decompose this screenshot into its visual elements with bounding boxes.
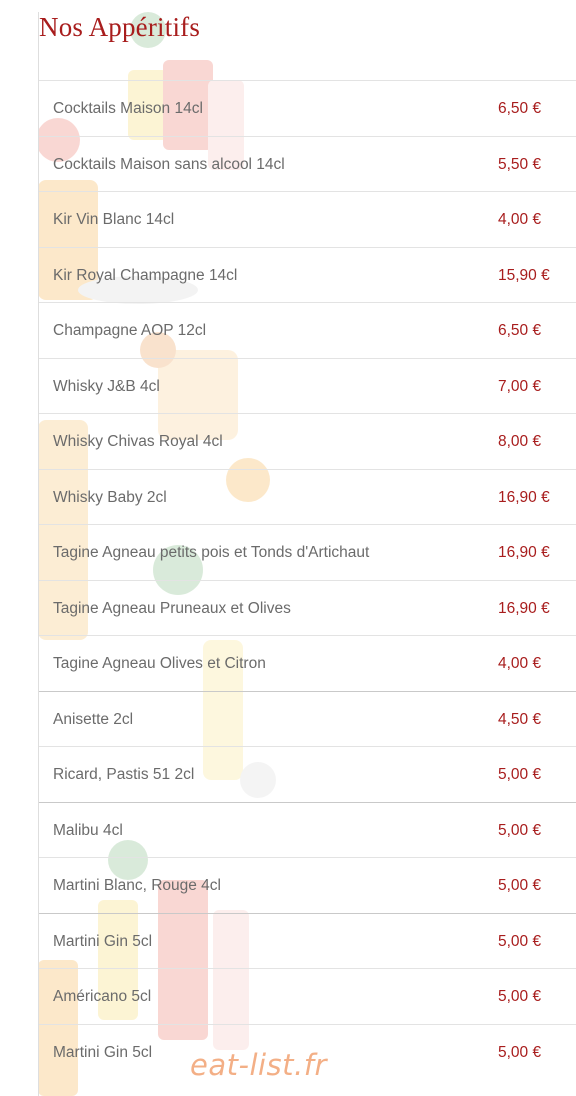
menu-item-row: Whisky Baby 2cl 16,90 €: [39, 468, 576, 525]
menu-item-row: Malibu 4cl 5,00 €: [39, 801, 576, 858]
menu-item-row: Tagine Agneau petits pois et Tonds d'Art…: [39, 524, 576, 580]
menu-item-price: 16,90 €: [498, 544, 550, 561]
menu-item-price: 15,90 €: [498, 266, 550, 284]
menu-item-price: 5,00 €: [498, 932, 542, 950]
menu-item-row: Martini Blanc, Rouge 4cl 5,00 €: [39, 857, 576, 913]
menu-item-name: Kir Vin Blanc 14cl: [53, 211, 175, 228]
menu-item-price: 4,00 €: [498, 655, 542, 672]
menu-item-price: 16,90 €: [498, 599, 550, 617]
menu-item-name: Anisette 2cl: [53, 710, 134, 728]
menu-item-row: Cocktails Maison sans alcool 14cl 5,50 €: [39, 135, 576, 192]
menu-page: Nos Appéritifs Cocktails Maison 14cl 6,50…: [0, 0, 576, 1096]
menu-item-price: 4,00 €: [498, 211, 542, 228]
menu-item-name: Américano 5cl: [53, 988, 152, 1005]
menu-item-price: 5,00 €: [498, 988, 542, 1005]
menu-item-name: Malibu 4cl: [53, 821, 123, 839]
menu-item-row: Whisky J&B 4cl 7,00 €: [39, 357, 576, 414]
menu-item-row: Tagine Agneau Pruneaux et Olives 16,90 €: [39, 579, 576, 636]
menu-item-name: Cocktails Maison 14cl: [53, 100, 203, 117]
menu-item-name: Champagne AOP 12cl: [53, 322, 207, 339]
watermark: eat-list.fr: [190, 1048, 327, 1082]
menu-item-row: Tagine Agneau Olives et Citron 4,00 €: [39, 635, 576, 691]
menu-item-row: Champagne AOP 12cl 6,50 €: [39, 302, 576, 358]
menu-item-name: Martini Blanc, Rouge 4cl: [53, 877, 221, 894]
menu-item-name: Cocktails Maison sans alcool 14cl: [53, 155, 285, 173]
menu-item-row: Ricard, Pastis 51 2cl 5,00 €: [39, 746, 576, 802]
menu-item-price: 8,00 €: [498, 433, 542, 450]
menu-item-price: 5,00 €: [498, 1043, 542, 1061]
menu-item-price: 5,00 €: [498, 766, 542, 783]
menu-item-price: 16,90 €: [498, 488, 550, 506]
menu-item-price: 7,00 €: [498, 377, 542, 395]
menu-list: Cocktails Maison 14cl 6,50 € Cocktails Mai…: [39, 80, 576, 1079]
menu-item-row: Kir Vin Blanc 14cl 4,00 €: [39, 191, 576, 247]
menu-item-name: Ricard, Pastis 51 2cl: [53, 766, 195, 783]
menu-item-name: Tagine Agneau Pruneaux et Olives: [53, 599, 291, 617]
menu-item-price: 4,50 €: [498, 710, 542, 728]
menu-item-row: Kir Royal Champagne 14cl 15,90 €: [39, 246, 576, 303]
menu-item-row: Américano 5cl 5,00 €: [39, 968, 576, 1024]
menu-item-name: Tagine Agneau Olives et Citron: [53, 655, 266, 672]
menu-item-name: Martini Gin 5cl: [53, 932, 153, 950]
menu-item-name: Whisky Baby 2cl: [53, 488, 167, 506]
menu-item-row: Cocktails Maison 14cl 6,50 €: [39, 80, 576, 136]
menu-item-name: Tagine Agneau petits pois et Tonds d'Art…: [53, 544, 370, 561]
menu-item-name: Martini Gin 5cl: [53, 1043, 153, 1061]
menu-item-row: Anisette 2cl 4,50 €: [39, 690, 576, 747]
menu-item-name: Whisky Chivas Royal 4cl: [53, 433, 223, 450]
menu-item-price: 5,00 €: [498, 877, 542, 894]
menu-item-price: 5,50 €: [498, 155, 542, 173]
menu-item-price: 5,00 €: [498, 821, 542, 839]
menu-item-name: Whisky J&B 4cl: [53, 377, 160, 395]
menu-item-price: 6,50 €: [498, 100, 542, 117]
page-title: Nos Appéritifs: [39, 12, 201, 42]
menu-item-row: Martini Gin 5cl 5,00 €: [39, 912, 576, 969]
menu-item-row: Whisky Chivas Royal 4cl 8,00 €: [39, 413, 576, 469]
menu-item-name: Kir Royal Champagne 14cl: [53, 266, 238, 284]
menu-item-price: 6,50 €: [498, 322, 542, 339]
